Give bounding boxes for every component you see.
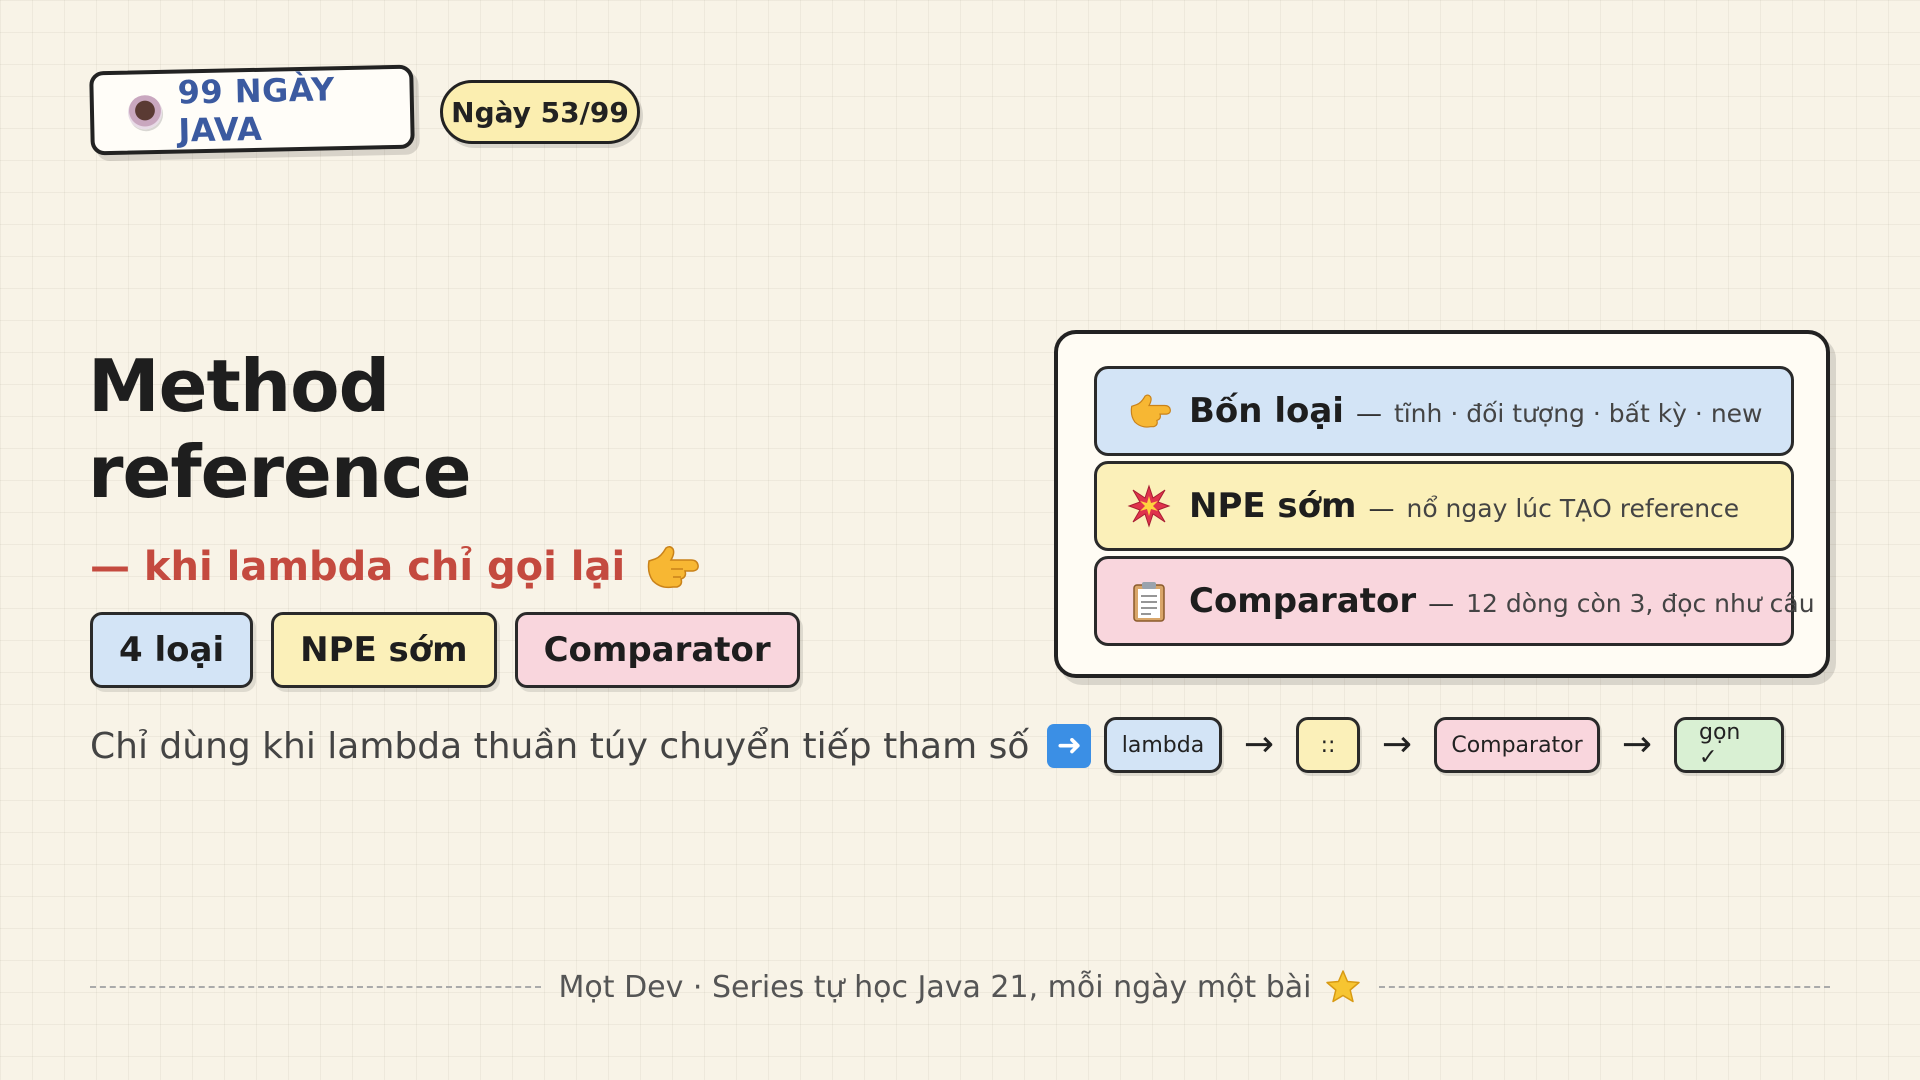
flow-step-lambda: lambda xyxy=(1104,717,1222,773)
card-row-title: NPE sớm xyxy=(1189,486,1357,526)
pointing-hand-icon xyxy=(1127,389,1171,433)
footer-credit: Mọt Dev · Series tự học Java 21, mỗi ngà… xyxy=(559,969,1362,1005)
footer-text: Mọt Dev · Series tự học Java 21, mỗi ngà… xyxy=(558,969,1312,1005)
card-row-title: Bốn loại xyxy=(1189,391,1344,431)
clipboard-icon xyxy=(1127,579,1171,623)
series-badge: 99 NGÀY JAVA xyxy=(89,64,415,156)
footer: Mọt Dev · Series tự học Java 21, mỗi ngà… xyxy=(90,960,1830,1014)
star-icon xyxy=(1325,969,1361,1005)
flow-step-method-ref: :: xyxy=(1296,717,1360,773)
card-row-separator: — xyxy=(1368,494,1395,524)
note: Chỉ dùng khi lambda thuần túy chuyển tiế… xyxy=(90,716,1092,776)
card-row-desc: 12 dòng còn 3, đọc như câu xyxy=(1466,589,1815,618)
card-row-separator: — xyxy=(1355,399,1382,429)
card-row-bon-loai: Bốn loại — tĩnh · đối tượng · bất kỳ · n… xyxy=(1094,366,1794,456)
card-row-desc: tĩnh · đối tượng · bất kỳ · new xyxy=(1393,399,1763,428)
explosion-icon xyxy=(1127,484,1171,528)
card-row-separator: — xyxy=(1428,589,1455,619)
tag-4-loai: 4 loại xyxy=(90,612,254,688)
tag-list: 4 loại NPE sớm Comparator xyxy=(90,612,800,688)
subtitle-text: — khi lambda chỉ gọi lại xyxy=(90,544,626,590)
footer-divider-right xyxy=(1379,986,1830,988)
card-row-title: Comparator xyxy=(1189,581,1417,621)
subtitle: — khi lambda chỉ gọi lại xyxy=(90,538,700,596)
series-title: 99 NGÀY JAVA xyxy=(177,70,336,150)
note-text: Chỉ dùng khi lambda thuần túy chuyển tiế… xyxy=(90,725,1030,767)
right-arrow-icon: ➜ xyxy=(1047,724,1092,768)
tag-npe-som: NPE sớm xyxy=(271,612,497,688)
card-row-desc: nổ ngay lúc TẠO reference xyxy=(1406,494,1740,523)
coffee-cup-icon xyxy=(127,94,163,130)
flow-arrow: → xyxy=(1381,724,1413,765)
flow-arrow: → xyxy=(1243,724,1275,765)
page-title-line-2: reference xyxy=(88,430,472,514)
flow-step-gon: gọn ✓ xyxy=(1674,717,1784,773)
tag-comparator: Comparator xyxy=(514,612,800,688)
flow-step-comparator: Comparator xyxy=(1434,717,1600,773)
summary-card: Bốn loại — tĩnh · đối tượng · bất kỳ · n… xyxy=(1054,330,1830,678)
footer-divider-left xyxy=(90,986,541,988)
flow-diagram: lambda → :: → Comparator → gọn ✓ xyxy=(1104,716,1784,774)
card-row-npe-som: NPE sớm — nổ ngay lúc TẠO reference xyxy=(1094,461,1794,551)
day-badge: Ngày 53/99 xyxy=(440,80,640,144)
flow-arrow: → xyxy=(1621,724,1653,765)
pointing-hand-icon xyxy=(643,543,700,591)
card-row-comparator: Comparator — 12 dòng còn 3, đọc như câu xyxy=(1094,556,1815,646)
page-title-line-1: Method xyxy=(88,344,390,428)
